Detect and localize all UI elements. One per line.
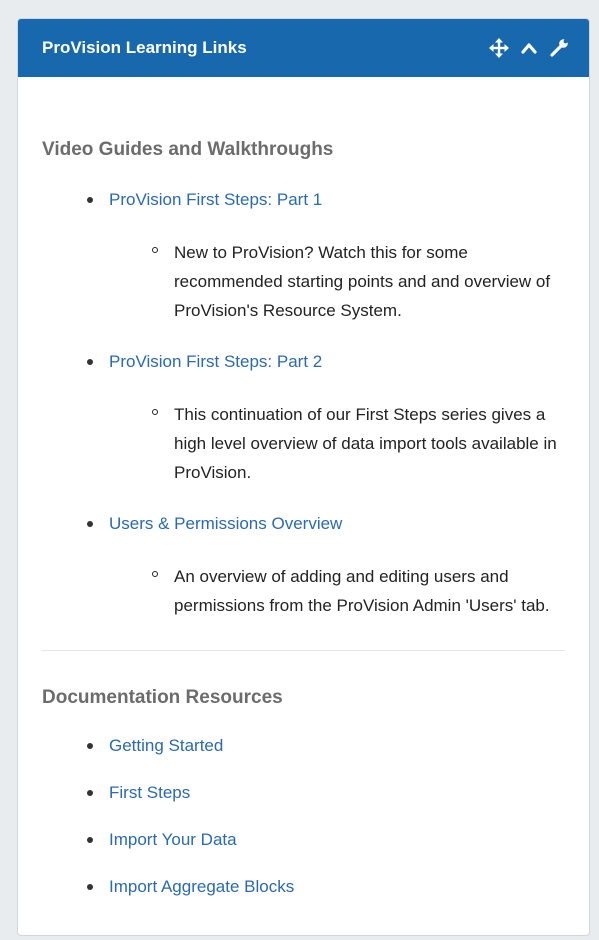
- panel-title: ProVision Learning Links: [42, 38, 247, 57]
- panel-body: Video Guides and Walkthroughs ProVision …: [18, 77, 589, 898]
- video-description: An overview of adding and editing users …: [152, 562, 569, 620]
- panel-header: ProVision Learning Links: [18, 19, 589, 77]
- wrench-settings-icon[interactable]: [549, 38, 569, 58]
- collapse-chevron-up-icon[interactable]: [519, 38, 539, 58]
- documentation-list: Getting Started First Steps Import Your …: [42, 736, 565, 898]
- docs-section-title: Documentation Resources: [42, 687, 283, 708]
- move-icon[interactable]: [489, 38, 509, 58]
- list-item: First Steps: [42, 783, 565, 804]
- doc-link-import-your-data[interactable]: Import Your Data: [109, 830, 237, 850]
- list-item: Import Your Data: [42, 830, 565, 851]
- list-item: Users & Permissions Overview An overview…: [42, 514, 565, 620]
- video-description: New to ProVision? Watch this for some re…: [152, 238, 569, 325]
- list-item: Getting Started: [42, 736, 565, 757]
- doc-link-getting-started[interactable]: Getting Started: [109, 736, 223, 756]
- panel-header-controls: [489, 38, 569, 58]
- video-link-first-steps-part-2[interactable]: ProVision First Steps: Part 2: [109, 352, 322, 372]
- doc-link-first-steps[interactable]: First Steps: [109, 783, 190, 803]
- video-link-users-permissions[interactable]: Users & Permissions Overview: [109, 514, 342, 534]
- list-item: Import Aggregate Blocks: [42, 877, 565, 898]
- list-item: ProVision First Steps: Part 1 New to Pro…: [42, 190, 565, 325]
- learning-links-panel: ProVision Learning Links Video Guides an…: [17, 18, 590, 936]
- video-link-first-steps-part-1[interactable]: ProVision First Steps: Part 1: [109, 190, 322, 210]
- video-section-title: Video Guides and Walkthroughs: [42, 139, 334, 160]
- list-item: ProVision First Steps: Part 2 This conti…: [42, 352, 565, 487]
- video-description: This continuation of our First Steps ser…: [152, 400, 569, 487]
- doc-link-import-aggregate-blocks[interactable]: Import Aggregate Blocks: [109, 877, 294, 897]
- video-guides-list: ProVision First Steps: Part 1 New to Pro…: [42, 190, 565, 620]
